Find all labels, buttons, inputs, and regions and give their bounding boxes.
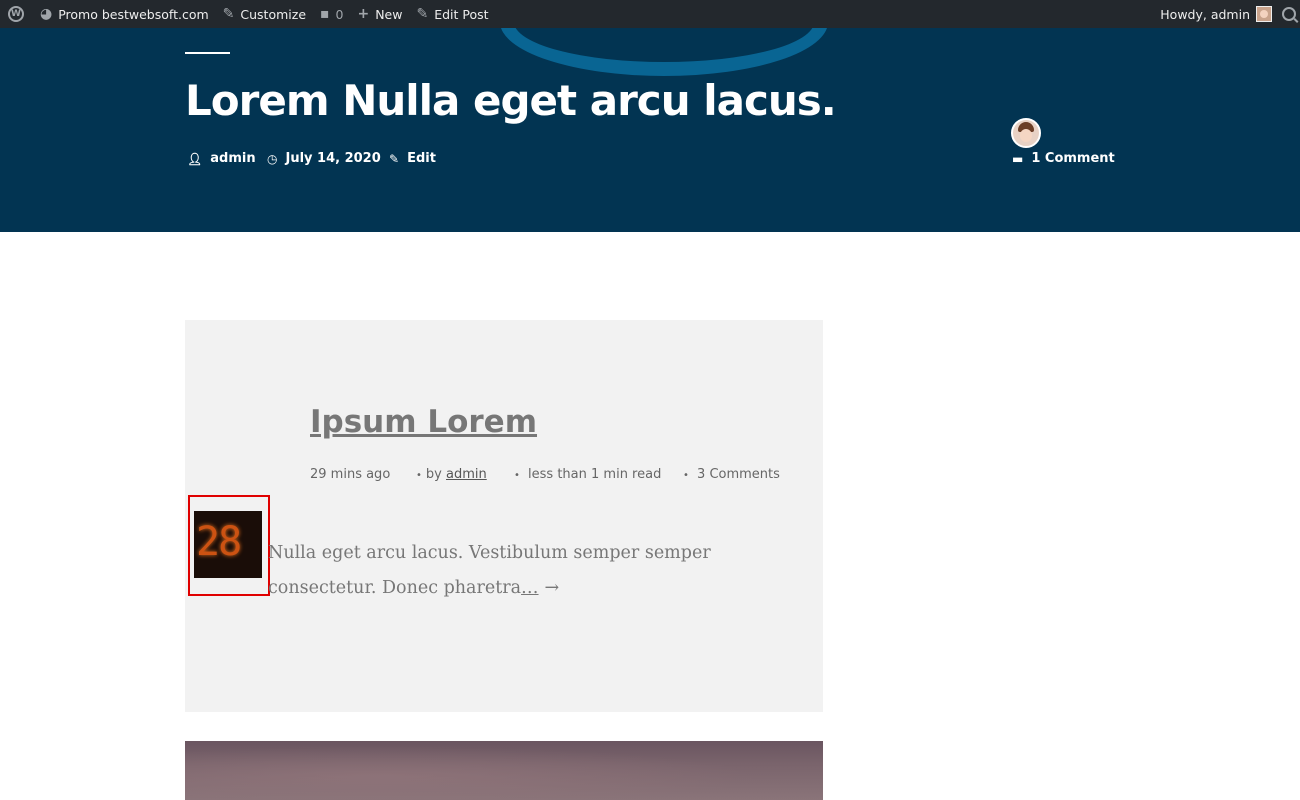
customize-label: Customize (240, 6, 307, 22)
header-decoration (500, 28, 828, 76)
post-edit-meta[interactable]: ✎ Edit (389, 151, 436, 166)
separator-dot: • (683, 470, 689, 481)
comments-link[interactable]: ▪ 0 (320, 0, 343, 28)
site-name-link[interactable]: ◕ Promo bestwebsoft.com (40, 0, 209, 28)
admin-bar: W ◕ Promo bestwebsoft.com ✎ Customize ▪ … (0, 0, 1300, 28)
post-author[interactable]: admin (210, 151, 255, 166)
thumbnail-digits: 28 (196, 519, 242, 565)
brush-icon: ✎ (222, 6, 235, 22)
post-header: Lorem Nulla eget arcu lacus. 👤︎ admin ◷ … (0, 28, 1300, 232)
search-icon[interactable] (1282, 7, 1296, 21)
post-date-meta[interactable]: ◷ July 14, 2020 (267, 151, 381, 166)
site-name-label: Promo bestwebsoft.com (58, 6, 209, 22)
card-author-meta: • by admin (416, 467, 487, 482)
author-avatar (1011, 118, 1041, 148)
post-comments-link[interactable]: 1 Comment (1031, 151, 1114, 166)
related-post-card (185, 320, 823, 712)
next-post-image[interactable] (185, 741, 823, 800)
edit-post-link[interactable]: ✎ Edit Post (416, 0, 488, 28)
card-author-link[interactable]: admin (446, 467, 487, 482)
howdy-label: Howdy, admin (1160, 6, 1250, 22)
card-comments-meta[interactable]: • 3 Comments (683, 467, 780, 482)
new-label: New (375, 6, 403, 22)
card-comments[interactable]: 3 Comments (697, 467, 780, 482)
customize-link[interactable]: ✎ Customize (223, 0, 306, 28)
plus-icon: + (357, 6, 370, 22)
admin-bar-right: Howdy, admin (1160, 0, 1300, 28)
pencil-icon: ✎ (416, 6, 429, 22)
card-by-label: by (425, 467, 442, 482)
excerpt-text: Nulla eget arcu lacus. Vestibulum semper… (268, 543, 711, 598)
card-read-time-meta: • less than 1 min read (514, 467, 661, 482)
post-date[interactable]: July 14, 2020 (285, 151, 380, 166)
comments-count: 0 (335, 6, 344, 22)
post-edit-link[interactable]: Edit (407, 151, 436, 166)
comment-icon: ▬ (1012, 151, 1024, 166)
dashboard-icon: ◕ (40, 6, 53, 22)
wordpress-logo-icon[interactable]: W (8, 6, 24, 22)
post-comments-meta[interactable]: ▬ 1 Comment (1012, 151, 1115, 166)
title-divider (185, 52, 230, 54)
separator-dot: • (514, 470, 520, 481)
user-avatar (1256, 6, 1272, 22)
new-content-link[interactable]: + New (357, 0, 402, 28)
read-more-link[interactable]: … (521, 578, 539, 598)
person-icon: 👤︎ (187, 151, 203, 166)
post-title: Lorem Nulla eget arcu lacus. (185, 76, 837, 125)
card-time-ago: 29 mins ago (310, 467, 391, 482)
pencil-icon: ✎ (389, 151, 400, 166)
arrow-right-icon[interactable]: → (545, 578, 560, 598)
clock-icon: ◷ (267, 151, 278, 166)
edit-post-label: Edit Post (434, 6, 489, 22)
card-read-time: less than 1 min read (528, 467, 662, 482)
card-excerpt: Nulla eget arcu lacus. Vestibulum semper… (268, 536, 823, 606)
my-account-link[interactable]: Howdy, admin (1160, 0, 1282, 28)
separator-dot: • (416, 470, 422, 481)
post-author-meta[interactable]: 👤︎ admin (187, 151, 256, 166)
card-thumbnail[interactable]: 28 (194, 511, 262, 578)
card-title[interactable]: Ipsum Lorem (310, 404, 537, 440)
comment-bubble-icon: ▪ (320, 6, 330, 22)
